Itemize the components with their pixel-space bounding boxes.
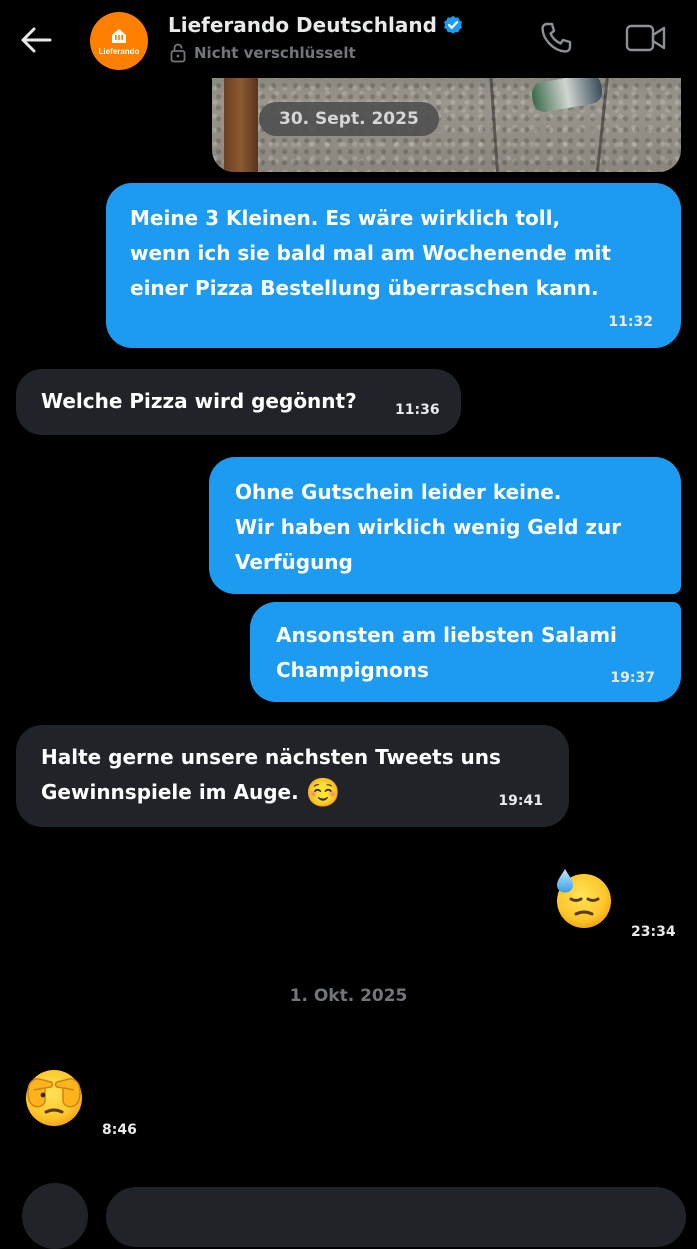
message-text: Ohne Gutschein leider keine. Wir haben w… <box>235 480 622 574</box>
received-message-bubble[interactable]: Halte gerne unsere nächsten Tweets uns G… <box>16 725 569 827</box>
lock-icon <box>170 43 186 63</box>
message-time: 19:41 <box>498 793 543 809</box>
composer-attach-button[interactable] <box>22 1183 88 1249</box>
video-call-button[interactable] <box>622 18 670 58</box>
encryption-status-row: Nicht verschlüsselt <box>170 42 356 64</box>
composer-input[interactable] <box>106 1187 686 1247</box>
image-date-chip: 30. Sept. 2025 <box>259 102 439 136</box>
title-row[interactable]: Lieferando Deutschland <box>168 10 463 40</box>
back-arrow-icon <box>21 27 52 53</box>
relieved-smile-emoji-icon: ☺️ <box>305 776 341 809</box>
conversation-title: Lieferando Deutschland <box>168 13 437 37</box>
message-time: 11:32 <box>608 314 653 330</box>
downcast-face-with-sweat-icon <box>557 869 611 928</box>
sent-emoji-message[interactable] <box>551 866 615 930</box>
lieferando-logo-icon <box>112 29 126 43</box>
message-time: 19:37 <box>610 670 655 686</box>
encryption-status: Nicht verschlüsselt <box>194 44 356 62</box>
message-text: Ansonsten am liebsten Salami Champignons <box>276 623 617 682</box>
message-text: Welche Pizza wird gegönnt? <box>41 389 357 413</box>
sent-message-bubble[interactable]: Ohne Gutschein leider keine. Wir haben w… <box>209 457 681 594</box>
video-camera-icon <box>625 24 666 52</box>
sent-message-bubble[interactable]: Ansonsten am liebsten Salami Champignons… <box>250 602 681 702</box>
phone-icon <box>541 22 572 53</box>
avatar[interactable]: Lieferando <box>90 12 148 70</box>
avatar-logo-text: Lieferando <box>98 47 140 56</box>
message-time: 8:46 <box>102 1122 137 1138</box>
face-with-peeking-eye-icon <box>26 1070 82 1126</box>
verified-badge-icon <box>443 15 463 35</box>
day-divider: 1. Okt. 2025 <box>289 986 408 1006</box>
sent-message-bubble[interactable]: Meine 3 Kleinen. Es wäre wirklich toll, … <box>106 183 681 348</box>
message-time: 23:34 <box>631 924 676 940</box>
message-time: 11:36 <box>395 402 440 418</box>
back-button[interactable] <box>16 20 56 60</box>
message-text: Meine 3 Kleinen. Es wäre wirklich toll, … <box>130 206 611 300</box>
call-button[interactable] <box>536 18 576 58</box>
message-text-body: Halte gerne unsere nächsten Tweets uns G… <box>41 745 501 804</box>
message-text: Halte gerne unsere nächsten Tweets uns G… <box>41 740 549 810</box>
received-emoji-message[interactable] <box>22 1066 86 1130</box>
conversation-header: Lieferando Lieferando Deutschland Nicht … <box>0 0 697 78</box>
received-message-bubble[interactable]: Welche Pizza wird gegönnt? 11:36 <box>16 369 461 435</box>
